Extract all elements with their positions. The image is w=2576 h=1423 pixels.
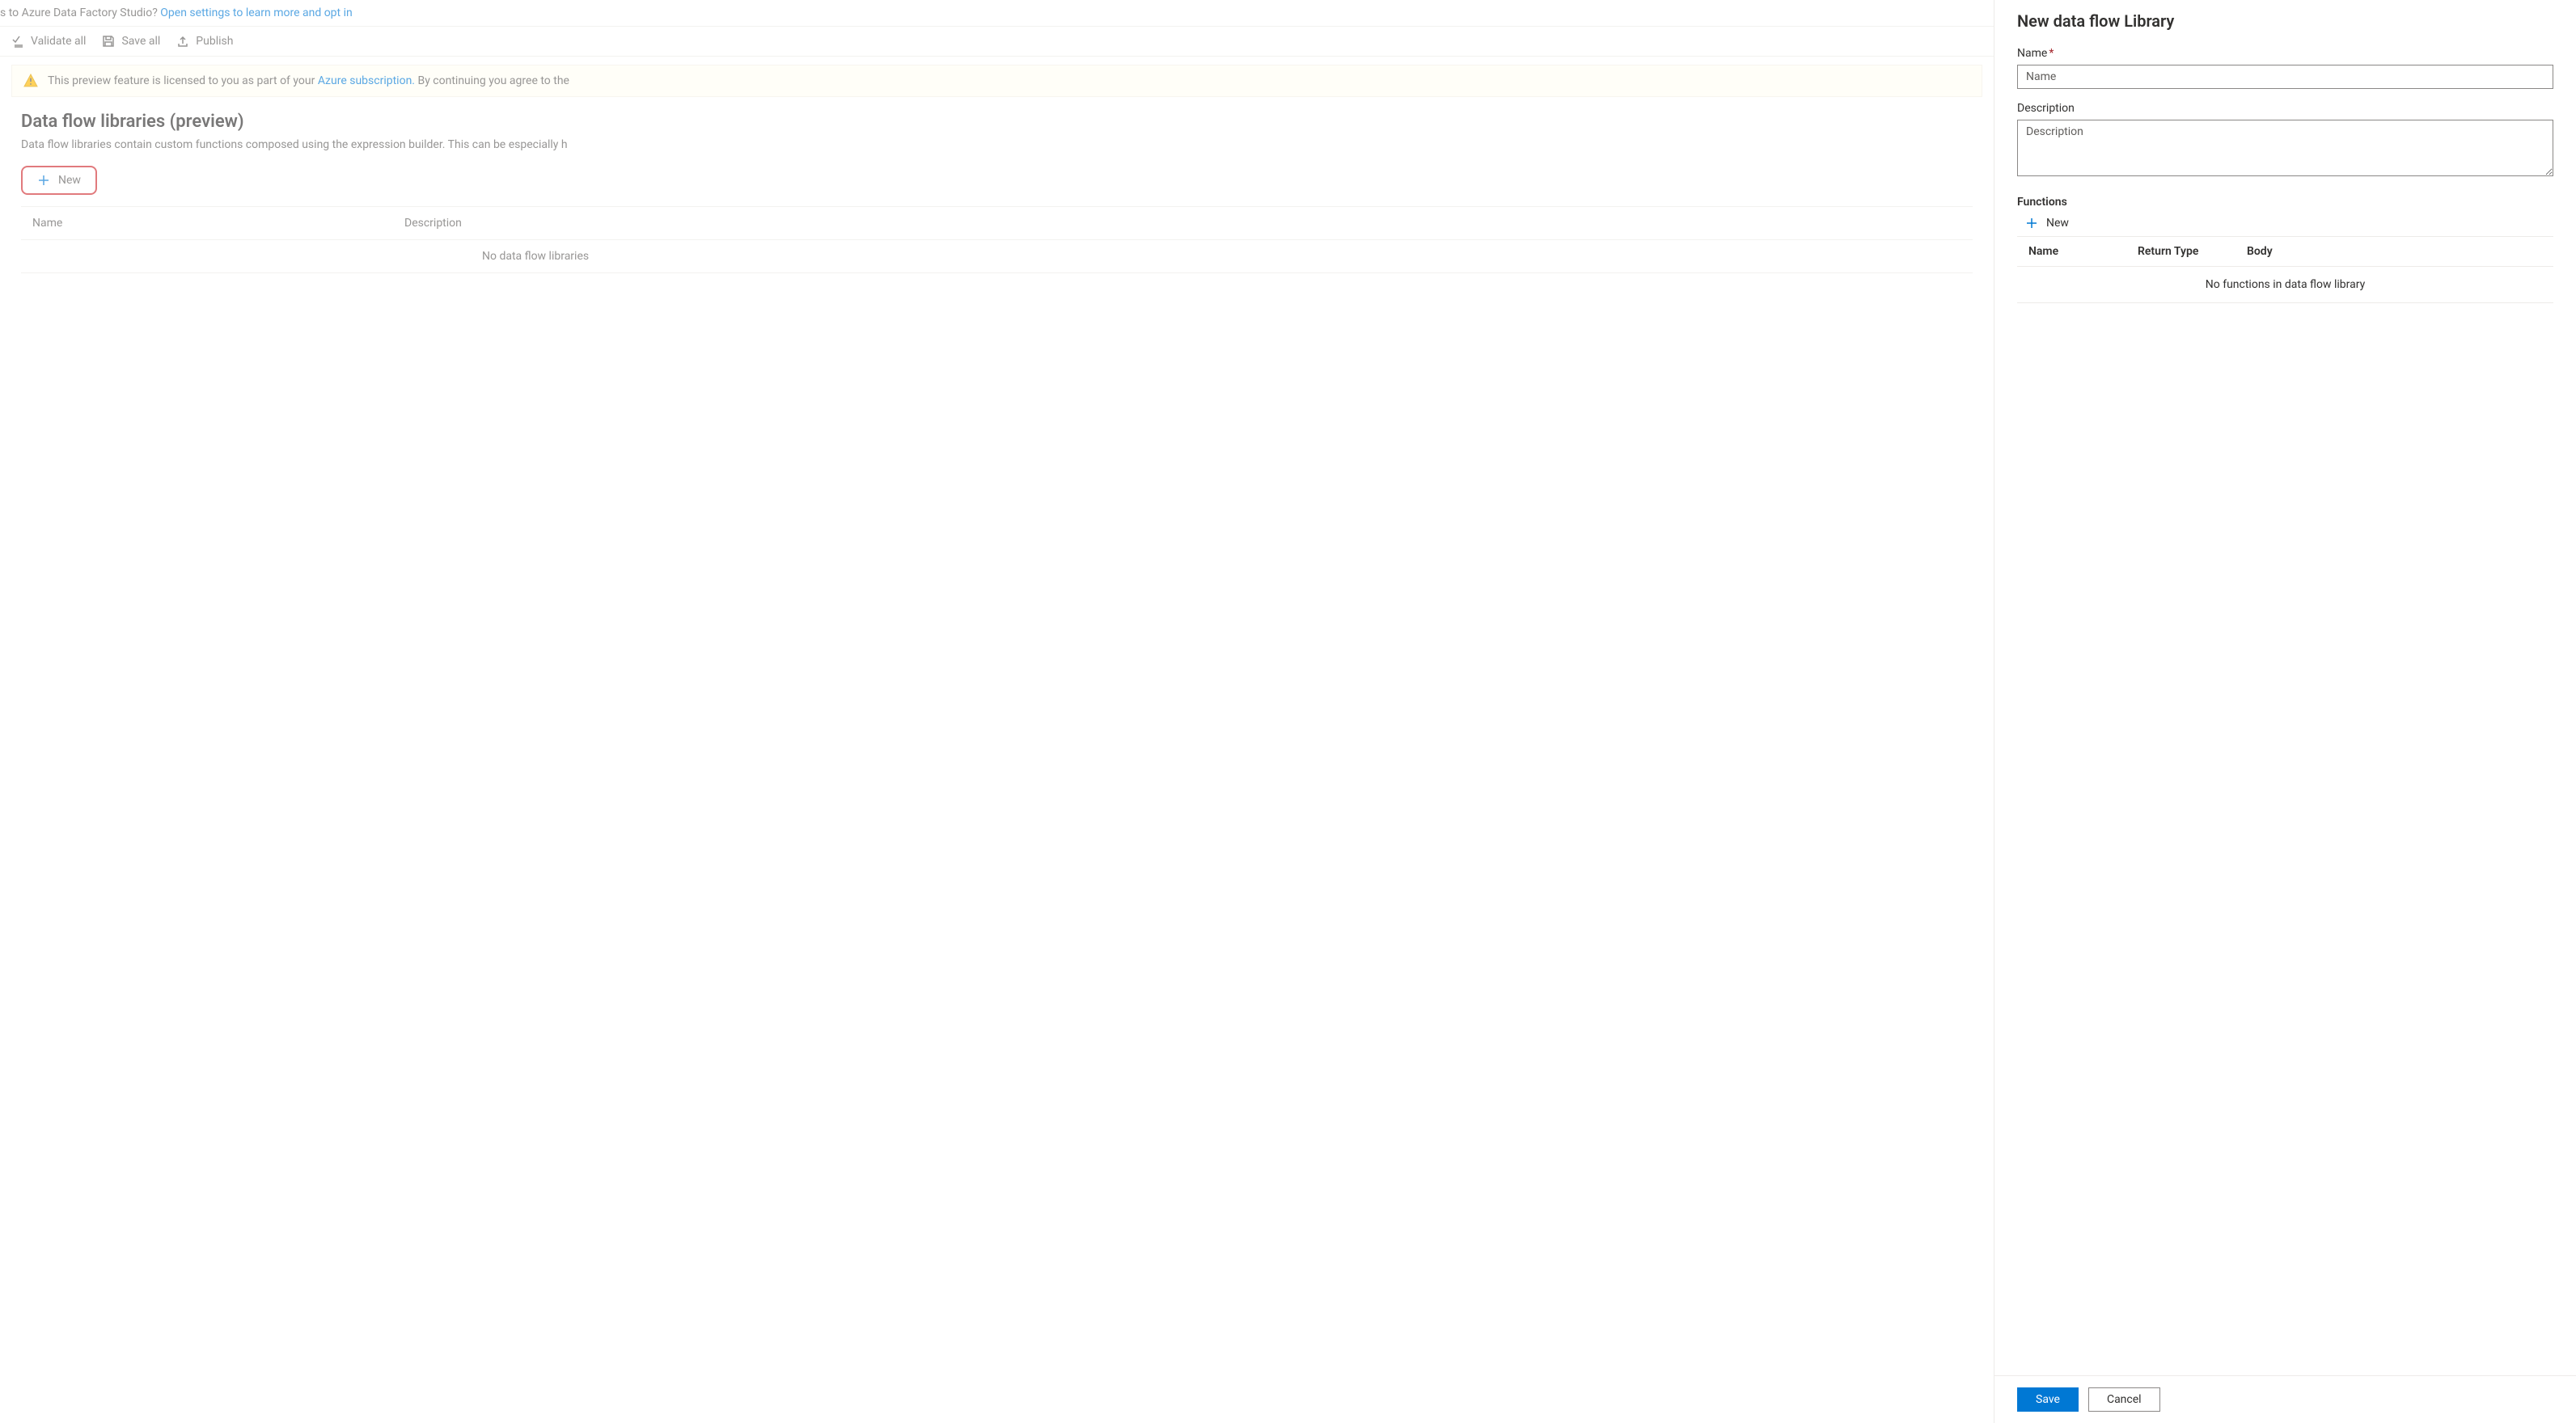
page-title: Data flow libraries (preview) [21,112,1973,132]
new-library-panel: New data flow Library Name* Description … [1994,0,2576,1423]
publish-button[interactable]: Publish [176,35,233,48]
new-library-button[interactable]: New [21,166,97,195]
libraries-col-name[interactable]: Name [32,217,404,230]
validate-all-label: Validate all [31,35,86,48]
new-function-button[interactable]: New [2017,213,2072,233]
functions-col-return[interactable]: Return Type [2138,245,2247,258]
functions-title: Functions [2017,196,2553,209]
publish-label: Publish [196,35,233,48]
panel-title: New data flow Library [2017,11,2553,31]
functions-empty-row: No functions in data flow library [2017,267,2553,303]
top-notification-bar: s to Azure Data Factory Studio? Open set… [0,0,1994,27]
name-input[interactable] [2017,65,2553,89]
save-icon [102,35,115,48]
libraries-empty-row: No data flow libraries [21,240,1973,273]
description-input[interactable] [2017,120,2553,176]
description-label: Description [2017,102,2553,115]
plus-icon [2025,217,2038,230]
functions-col-body[interactable]: Body [2247,245,2542,258]
functions-table: Name Return Type Body No functions in da… [2017,236,2553,303]
top-notification-text: s to Azure Data Factory Studio? [0,6,160,19]
cancel-button[interactable]: Cancel [2088,1387,2160,1412]
functions-table-header: Name Return Type Body [2017,237,2553,267]
required-indicator: * [2049,47,2054,60]
functions-col-name[interactable]: Name [2028,245,2138,258]
main-area: s to Azure Data Factory Studio? Open set… [0,0,1994,1423]
plus-icon [37,174,50,187]
warning-icon [23,74,38,88]
save-all-button[interactable]: Save all [102,35,160,48]
new-function-label: New [2046,217,2069,230]
checkmark-list-icon [11,35,24,48]
preview-banner-link[interactable]: Azure subscription. [318,74,415,87]
libraries-col-description[interactable]: Description [404,217,1961,230]
name-label: Name* [2017,47,2553,60]
toolbar: Validate all Save all Publish [0,27,1994,57]
functions-section: Functions New Name Return Type Body No f… [2017,196,2553,303]
preview-banner-text-prefix: This preview feature is licensed to you … [48,74,318,87]
libraries-table-header: Name Description [21,207,1973,240]
save-all-label: Save all [121,35,160,48]
libraries-table: Name Description No data flow libraries [21,206,1973,273]
page-subtitle: Data flow libraries contain custom funct… [21,138,1973,151]
new-library-label: New [58,174,81,187]
preview-feature-banner: This preview feature is licensed to you … [11,65,1982,97]
upload-icon [176,35,189,48]
save-button[interactable]: Save [2017,1387,2079,1412]
page-content: Data flow libraries (preview) Data flow … [0,97,1994,288]
panel-footer: Save Cancel [1994,1375,2576,1423]
validate-all-button[interactable]: Validate all [11,35,86,48]
top-notification-link[interactable]: Open settings to learn more and opt in [160,6,352,19]
preview-banner-text-suffix: By continuing you agree to the [415,74,569,87]
